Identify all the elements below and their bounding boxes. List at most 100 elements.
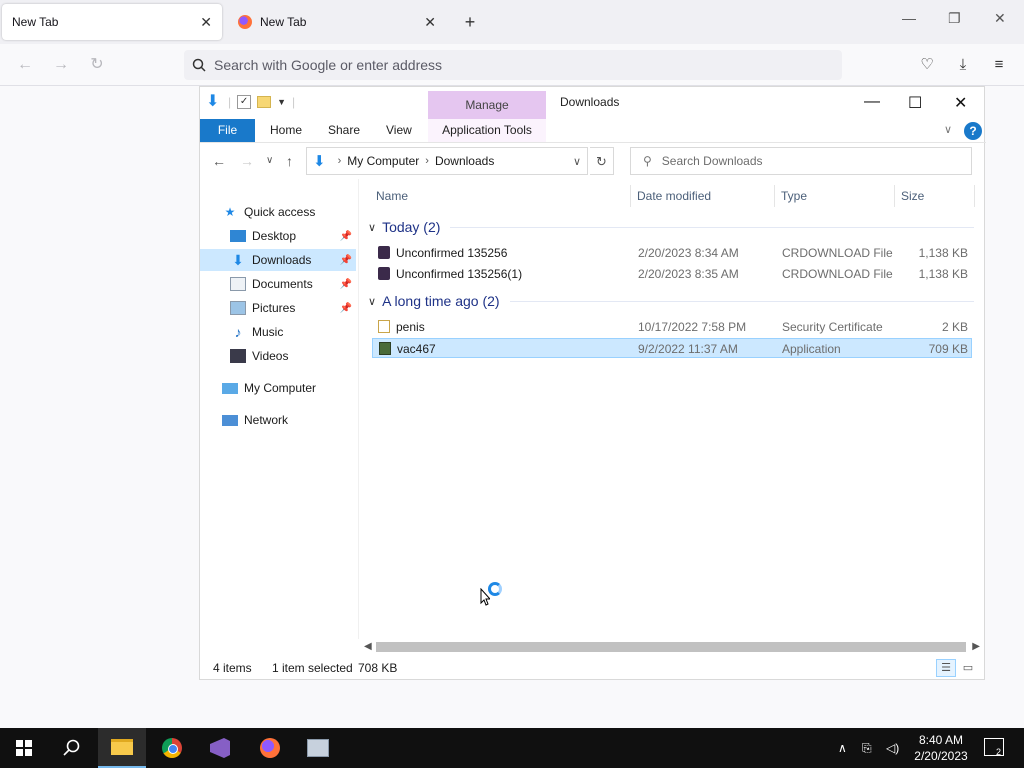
chevron-down-icon[interactable]: ∨ (573, 155, 581, 168)
group-header-long-ago[interactable]: ∨ A long time ago (2) (368, 291, 974, 311)
pocket-icon[interactable]: ♡ (916, 54, 938, 76)
file-row[interactable]: Unconfirmed 135256(1) 2/20/2023 8:35 AM … (372, 264, 972, 284)
sidebar-item-videos[interactable]: Videos (230, 345, 356, 367)
column-header-name[interactable]: Name (376, 189, 408, 203)
url-placeholder: Search with Google or enter address (214, 57, 443, 73)
reload-icon[interactable]: ↻ (86, 54, 108, 76)
sidebar-item-label: Quick access (244, 205, 316, 219)
details-view-icon[interactable]: ☰ (936, 659, 956, 677)
pin-icon: 📌 (339, 278, 352, 290)
expand-ribbon-icon[interactable]: ∨ (944, 123, 952, 136)
forward-icon[interactable]: → (50, 54, 72, 76)
pane-divider[interactable] (358, 179, 359, 639)
tray-overflow-icon[interactable]: ∧ (838, 728, 847, 768)
quick-access-toolbar: ⬇ | ✓ ▼ | (206, 93, 296, 111)
breadcrumb-my-computer[interactable]: My Computer (347, 154, 419, 168)
file-size: 709 KB (928, 342, 968, 356)
manage-tab[interactable]: Manage (428, 91, 546, 119)
file-row-selected[interactable]: vac467 9/2/2022 11:37 AM Application 709… (372, 338, 972, 358)
downloads-icon[interactable]: ⤓ (952, 54, 974, 76)
new-tab-button[interactable]: + (458, 10, 482, 34)
scrollbar-thumb[interactable] (376, 642, 966, 652)
file-size: 2 KB (941, 320, 968, 334)
search-button[interactable] (48, 728, 96, 768)
notification-center-icon[interactable]: 2 (984, 738, 1004, 757)
taskbar-chrome[interactable] (148, 728, 196, 768)
chevron-down-icon: ∨ (368, 295, 377, 308)
search-input[interactable]: ⚲ Search Downloads (630, 147, 972, 175)
scroll-right-icon[interactable]: ▶ (972, 639, 980, 655)
sidebar-item-downloads[interactable]: ⬇ Downloads 📌 (200, 249, 356, 271)
group-label: A long time ago (2) (382, 293, 500, 309)
help-icon[interactable]: ? (964, 122, 982, 140)
forward-icon[interactable]: → (240, 153, 254, 169)
taskbar-file-explorer[interactable] (98, 728, 146, 768)
start-button[interactable] (0, 728, 48, 768)
restore-icon[interactable]: ❐ (948, 10, 961, 27)
large-icons-view-icon[interactable]: ▭ (958, 659, 978, 677)
star-icon: ★ (224, 205, 236, 219)
tab-new-tab-active[interactable]: New Tab ✕ (2, 4, 222, 40)
sidebar-item-my-computer[interactable]: My Computer (222, 377, 352, 399)
pin-icon: 📌 (339, 302, 352, 314)
tab-application-tools[interactable]: Application Tools (428, 119, 546, 142)
customize-toolbar-icon[interactable]: ▼ (277, 97, 286, 107)
sidebar-item-music[interactable]: ♪ Music (230, 321, 356, 343)
maximize-icon[interactable]: ☐ (908, 93, 922, 113)
volume-icon[interactable]: ◁) (886, 728, 899, 768)
back-icon[interactable]: ← (212, 153, 226, 169)
selection-count: 1 item selected (272, 661, 353, 675)
recent-locations-icon[interactable]: ∨ (266, 155, 273, 166)
up-icon[interactable]: ↑ (286, 153, 293, 169)
close-tab-icon[interactable]: ✕ (200, 14, 212, 31)
file-name: vac467 (397, 342, 436, 356)
close-tab-icon[interactable]: ✕ (424, 14, 436, 31)
properties-icon[interactable]: ✓ (237, 95, 252, 109)
column-header-date[interactable]: Date modified (637, 189, 711, 203)
taskbar-visual-studio[interactable] (196, 728, 244, 768)
file-explorer-window: ⬇ | ✓ ▼ | Manage Downloads — ☐ ✕ File Ho… (199, 86, 986, 680)
minimize-icon[interactable]: — (864, 93, 880, 111)
network-icon (222, 414, 238, 426)
sidebar-item-label: Downloads (252, 253, 312, 267)
scroll-left-icon[interactable]: ◀ (364, 639, 372, 655)
sidebar-item-pictures[interactable]: Pictures 📌 (230, 297, 356, 319)
tab-share[interactable]: Share (328, 123, 360, 137)
videos-icon (230, 349, 246, 363)
address-bar[interactable]: ⬇ › My Computer › Downloads ∨ (306, 147, 588, 175)
application-icon (379, 342, 391, 355)
chevron-down-icon: ∨ (368, 221, 377, 234)
group-header-today[interactable]: ∨ Today (2) (368, 217, 974, 237)
browser-tab-bar: New Tab ✕ New Tab ✕ + — ❐ ✕ (0, 0, 1024, 44)
file-row[interactable]: penis 10/17/2022 7:58 PM Security Certif… (372, 317, 972, 337)
sidebar-item-network[interactable]: Network (222, 409, 352, 431)
taskbar-firefox[interactable] (246, 728, 294, 768)
file-row[interactable]: Unconfirmed 135256 2/20/2023 8:34 AM CRD… (372, 243, 972, 263)
tab-home[interactable]: Home (270, 123, 302, 137)
tab-new-tab-inactive[interactable]: New Tab ✕ (228, 4, 446, 40)
selection-size: 708 KB (358, 661, 398, 675)
refresh-icon[interactable]: ↻ (590, 147, 614, 175)
network-tray-icon[interactable]: ⎘ (862, 728, 872, 768)
sidebar-item-quick-access[interactable]: ★ Quick access (222, 201, 352, 223)
back-icon[interactable]: ← (14, 54, 36, 76)
tab-file[interactable]: File (200, 119, 255, 142)
close-window-icon[interactable]: ✕ (994, 10, 1006, 27)
taskbar-app[interactable] (294, 728, 342, 768)
column-header-size[interactable]: Size (901, 189, 924, 203)
horizontal-scrollbar[interactable]: ◀ ▶ (360, 639, 984, 655)
breadcrumb-downloads[interactable]: Downloads (435, 154, 494, 168)
url-bar[interactable]: Search with Google or enter address (184, 50, 842, 80)
documents-icon (230, 277, 246, 291)
sidebar-item-desktop[interactable]: Desktop 📌 (230, 225, 356, 247)
menu-icon[interactable]: ≡ (988, 54, 1010, 76)
column-header-type[interactable]: Type (781, 189, 807, 203)
system-clock[interactable]: 8:40 AM 2/20/2023 (908, 732, 974, 764)
sidebar-item-label: Pictures (252, 301, 296, 315)
minimize-icon[interactable]: — (902, 10, 916, 26)
down-arrow-icon[interactable]: ⬇ (206, 93, 222, 111)
tab-view[interactable]: View (386, 123, 412, 137)
close-icon[interactable]: ✕ (954, 93, 967, 113)
new-folder-icon[interactable] (257, 96, 272, 108)
sidebar-item-documents[interactable]: Documents 📌 (230, 273, 356, 295)
